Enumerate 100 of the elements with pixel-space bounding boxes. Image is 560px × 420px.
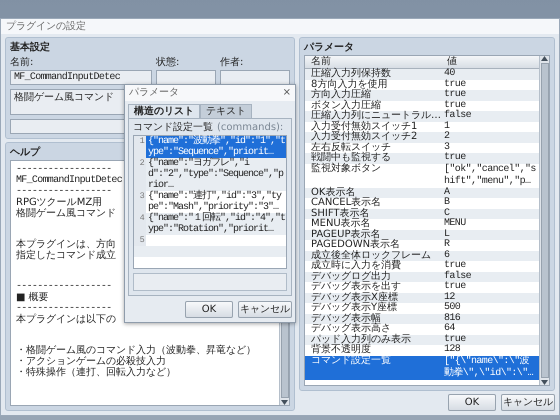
tab[interactable]: 構造のリスト (128, 104, 200, 118)
table-row[interactable]: 圧縮入力列保持数 40 (305, 69, 539, 80)
table-cell-text: ["ok","cancel","shift","menu","p… (443, 164, 537, 187)
scroll-down-icon[interactable] (541, 380, 548, 385)
table-row[interactable]: パッド入力列のみ表示 true (305, 334, 539, 345)
table-cell-text: 圧縮入力列にニュートラル… (310, 111, 441, 121)
table-cell-text: true (443, 153, 467, 164)
table-cell-text: デバッグ表示を出す (310, 282, 402, 292)
line-number: 2 (134, 158, 146, 191)
help-line: RPGツクールMZ用 (16, 197, 102, 208)
table-cell-text: true (443, 80, 467, 90)
table-row[interactable]: SHIFT表示名 C (305, 208, 539, 219)
tab[interactable]: テキスト (200, 104, 252, 118)
line-number: 1 (134, 136, 146, 158)
table-cell-text: true (443, 261, 466, 271)
table-cell-text: A (443, 188, 451, 198)
scroll-thumb[interactable] (540, 63, 548, 378)
table-row[interactable]: 成立時に入力を消費 true (305, 261, 539, 272)
table-row[interactable]: CANCEL表示名 B (305, 198, 539, 208)
table-row[interactable]: PAGEUP表示名 L (305, 230, 539, 240)
table-row[interactable]: 圧縮入力列にニュートラル… false (305, 111, 539, 122)
list-row-text[interactable]: {"name":"連打","id":"3","type":"Mash","priority":"3"… (146, 191, 286, 213)
text-field[interactable] (133, 273, 287, 291)
help-line: ------------------ (16, 303, 112, 314)
table-row[interactable]: PAGEDOWN表示名 R (305, 240, 539, 250)
table-cell-text: デバッグ表示Y座標 (310, 303, 398, 313)
name-field[interactable]: MF_CommandInputDetec (10, 70, 152, 85)
author-field[interactable] (220, 70, 290, 85)
table-row[interactable]: 成立後全体ロックフレーム 6 (305, 250, 539, 261)
table-cell-text: 入力受付無効スイッチ2 (310, 132, 418, 142)
column-header[interactable]: 名前 (305, 56, 441, 68)
table-row[interactable]: 戦闘中も監視する true (305, 153, 539, 164)
table-cell-text: 8方向入力を使用 (310, 80, 388, 90)
help-line: ・アクションゲームの必殺技入力 (16, 356, 166, 367)
help-line: 格闘ゲーム風コマンド (16, 208, 116, 219)
scroll-down-icon[interactable] (281, 400, 288, 405)
help-line: ■ 概要 (16, 292, 49, 303)
table-row[interactable]: 左右反転スイッチ 3 (305, 142, 539, 153)
table-row[interactable]: デバッグ表示を出す true (305, 282, 539, 292)
list-row[interactable]: 1 {"name":"波動拳","id":"1","type":"Sequence","priorit… (134, 136, 286, 158)
table-cell-text: 816 (443, 314, 462, 324)
list-row[interactable]: 4 {"name":"１回転","id":"4","type":"Rotation","priorit… (134, 213, 286, 235)
table-cell-text: 左右反転スイッチ (310, 142, 392, 152)
list-row-text[interactable]: {"name":"１回転","id":"4","type":"Rotation","priorit… (146, 213, 286, 235)
list-row-text[interactable]: {"name":"ヨガフレ","id":"2","type":"Sequence","prior… (146, 158, 286, 191)
table-row[interactable]: 8方向入力を使用 true (305, 80, 539, 90)
list-row-text[interactable]: {"name":"波動拳","id":"1","type":"Sequence","priorit… (146, 136, 286, 158)
table-cell-text: 戦闘中も監視する (310, 153, 392, 163)
table-row[interactable]: 背景不透明度 128 (305, 345, 539, 356)
table-row[interactable]: デバッグログ出力 false (305, 272, 539, 282)
cancel-button[interactable]: キャンセル (501, 394, 555, 411)
section-title: パラメータ (304, 42, 354, 54)
table-cell-text: 方向入力圧縮 (310, 90, 371, 100)
table-row[interactable]: OK表示名 A (305, 188, 539, 198)
line-number: 4 (134, 213, 146, 235)
cancel-button[interactable]: キャンセル (238, 301, 292, 318)
table-cell-text: C (443, 208, 450, 218)
table-cell-text: MENU (443, 219, 467, 229)
field-key: (commands): (217, 122, 284, 134)
scroll-up-icon[interactable] (541, 56, 548, 61)
table-row[interactable]: デバッグ表示高さ 64 (305, 324, 539, 334)
table-row[interactable]: MENU表示名 MENU (305, 219, 539, 230)
table-cell-text: ボタン入力圧縮 (310, 100, 382, 110)
table-cell-text: 成立後全体ロックフレーム (310, 250, 432, 260)
table-cell-text: 1 (443, 122, 450, 132)
field-label: 作者: (220, 57, 244, 69)
table-cell-text: 成立時に入力を消費 (310, 261, 402, 271)
table-cell-text: 3 (443, 142, 450, 152)
table-cell-text: 監視対象ボタン (310, 164, 382, 176)
table-cell-text: デバッグログ出力 (310, 272, 391, 282)
close-button[interactable]: × (282, 87, 291, 99)
table-cell-text: PAGEUP表示名 (310, 230, 380, 240)
table-cell-text: デバッグ表示幅 (310, 314, 382, 324)
table-cell-text: 500 (443, 303, 462, 313)
table-row[interactable]: デバッグ表示幅 816 (305, 314, 539, 324)
dialog-title: パラメータ (129, 87, 179, 99)
table-row[interactable]: 入力受付無効スイッチ2 2 (305, 132, 539, 142)
ok-button[interactable]: OK (448, 394, 496, 411)
list-row[interactable]: 2 {"name":"ヨガフレ","id":"2","type":"Sequence","prior… (134, 158, 286, 191)
table-cell-text: デバッグ表示高さ (310, 324, 391, 334)
table-row[interactable]: 方向入力圧縮 true (305, 90, 539, 100)
scrollbar[interactable] (539, 56, 549, 385)
section-title: 基本設定 (10, 42, 50, 54)
ok-button[interactable]: OK (185, 301, 233, 318)
table-row[interactable]: ボタン入力圧縮 true (305, 100, 539, 111)
table-cell-text: 圧縮入力列保持数 (310, 69, 392, 79)
table-cell-text: SHIFT表示名 (310, 208, 371, 218)
table-cell-text: 6 (443, 250, 450, 260)
table-cell-text: true (443, 334, 467, 344)
status-field[interactable] (156, 70, 216, 85)
table-cell-text: OK表示名 (310, 188, 356, 198)
table-row[interactable]: デバッグ表示X座標 12 (305, 292, 539, 303)
field-label: 名前: (10, 57, 34, 69)
column-header[interactable]: 値 (441, 56, 539, 68)
table-row[interactable]: デバッグ表示Y座標 500 (305, 303, 539, 314)
table-cell-text: PAGEDOWN表示名 (310, 240, 402, 250)
table-cell-text: デバッグ表示X座標 (310, 292, 399, 302)
table-row[interactable]: 入力受付無効スイッチ1 1 (305, 122, 539, 132)
help-line: ・特殊操作（連打、回転入力など） (16, 367, 176, 378)
table-row[interactable]: 監視対象ボタン ["ok","cancel","shift","menu","p… (305, 164, 539, 188)
